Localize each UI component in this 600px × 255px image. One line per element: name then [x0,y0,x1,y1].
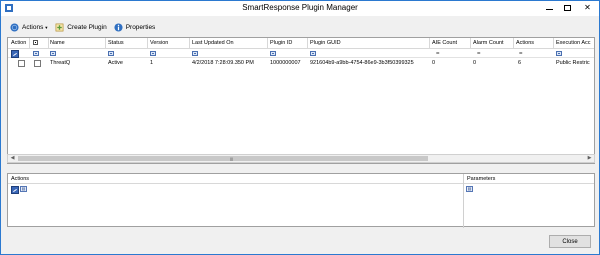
maximize-button[interactable] [559,2,575,13]
scrollbar-thumb[interactable]: ||| [18,156,428,161]
toolbar: Actions ▼ Create Plugin Properties [2,20,598,34]
column-header-execution-access[interactable]: Execution Acc [556,40,591,46]
cell-name: ThreatQ [50,60,71,66]
cell-actions: 6 [518,60,522,66]
horizontal-scrollbar[interactable]: ◀ ||| ▶ [7,154,595,163]
minimize-button[interactable] [541,2,557,13]
cell-execution-access: Public Restric [556,60,590,66]
filter-status-icon[interactable] [108,51,114,56]
grid-header: Action Name Status Version Last Updated … [8,38,594,49]
scrollbar-grip-icon: ||| [230,156,234,161]
create-plugin-icon [55,23,64,31]
column-header-action[interactable]: Action [11,40,26,46]
close-window-button[interactable]: ✕ [577,2,598,13]
cell-version: 1 [150,60,154,66]
column-header-plugin-guid[interactable]: Plugin GUID [310,40,341,46]
row-select-checkbox[interactable] [34,60,41,67]
filter-aie-count-operator[interactable]: = [436,51,440,57]
plugins-grid: Action Name Status Version Last Updated … [7,37,595,164]
create-plugin-button[interactable]: Create Plugin [55,23,107,32]
actions-menu-button[interactable]: Actions ▼ [10,22,49,32]
filter-name-icon[interactable] [50,51,56,56]
details-panel: Actions Parameters ▤ ▤ [7,173,595,228]
select-all-checkbox[interactable] [33,40,38,45]
column-header-actions[interactable]: Actions [516,40,534,46]
filter-row: = = = [8,49,594,58]
dropdown-arrow-icon: ▼ [44,24,49,30]
properties-icon [114,22,123,32]
actions-menu-label: Actions [22,23,44,31]
create-plugin-label: Create Plugin [67,23,107,31]
edit-row-icon[interactable] [11,50,19,58]
column-header-version[interactable]: Version [150,40,168,46]
window-title: SmartResponse Plugin Manager [242,3,358,12]
globe-icon [10,22,19,32]
column-header-alarm-count[interactable]: Alarm Count [473,40,504,46]
close-button-label: Close [562,238,578,245]
filter-last-updated-icon[interactable] [192,51,198,56]
cell-status: Active [108,60,123,66]
filter-checkbox-icon[interactable] [33,51,39,56]
properties-label: Properties [125,23,156,31]
column-header-last-updated[interactable]: Last Updated On [192,40,234,46]
plugin-manager-window: SmartResponse Plugin Manager ✕ Actions ▼… [0,0,600,255]
column-header-aie-count[interactable]: AIE Count [432,40,457,46]
close-button[interactable]: Close [549,235,591,248]
filter-alarm-count-operator[interactable]: = [477,51,481,57]
parameters-filter-icon[interactable]: ▤ [466,186,473,192]
column-header-name[interactable]: Name [50,40,65,46]
scroll-left-icon[interactable]: ◀ [8,155,17,162]
scroll-right-icon[interactable]: ▶ [585,155,594,162]
cell-alarm-count: 0 [473,60,477,66]
actions-edit-icon[interactable] [11,186,19,194]
column-header-status[interactable]: Status [108,40,124,46]
filter-plugin-guid-icon[interactable] [310,51,316,56]
properties-button[interactable]: Properties [114,22,156,32]
filter-execution-access-icon[interactable] [556,51,562,56]
column-header-plugin-id[interactable]: Plugin ID [270,40,292,46]
actions-panel-header[interactable]: Actions [11,176,29,182]
parameters-panel-header[interactable]: Parameters [467,176,495,182]
filter-plugin-id-icon[interactable] [270,51,276,56]
filter-actions-operator[interactable]: = [519,51,523,57]
cell-plugin-guid: 921604b9-a9bb-4754-86e9-3b3f50399325 [310,60,414,66]
minimize-icon [545,9,553,10]
panel-divider[interactable] [463,174,464,228]
action-checkbox[interactable] [18,60,25,67]
filter-version-icon[interactable] [150,51,156,56]
maximize-icon [563,4,571,11]
cell-aie-count: 0 [432,60,436,66]
actions-filter-icon[interactable]: ▤ [20,186,27,192]
details-filter-row: ▤ ▤ [8,185,594,194]
title-bar: SmartResponse Plugin Manager ✕ [1,1,599,16]
cell-last-updated: 4/2/2018 7:28:09.350 PM [192,60,254,66]
details-panel-header: Actions Parameters [8,174,594,184]
cell-plugin-id: 1000000007 [270,60,301,66]
close-icon: ✕ [584,2,591,12]
table-row[interactable]: ThreatQ Active 1 4/2/2018 7:28:09.350 PM… [8,59,594,68]
